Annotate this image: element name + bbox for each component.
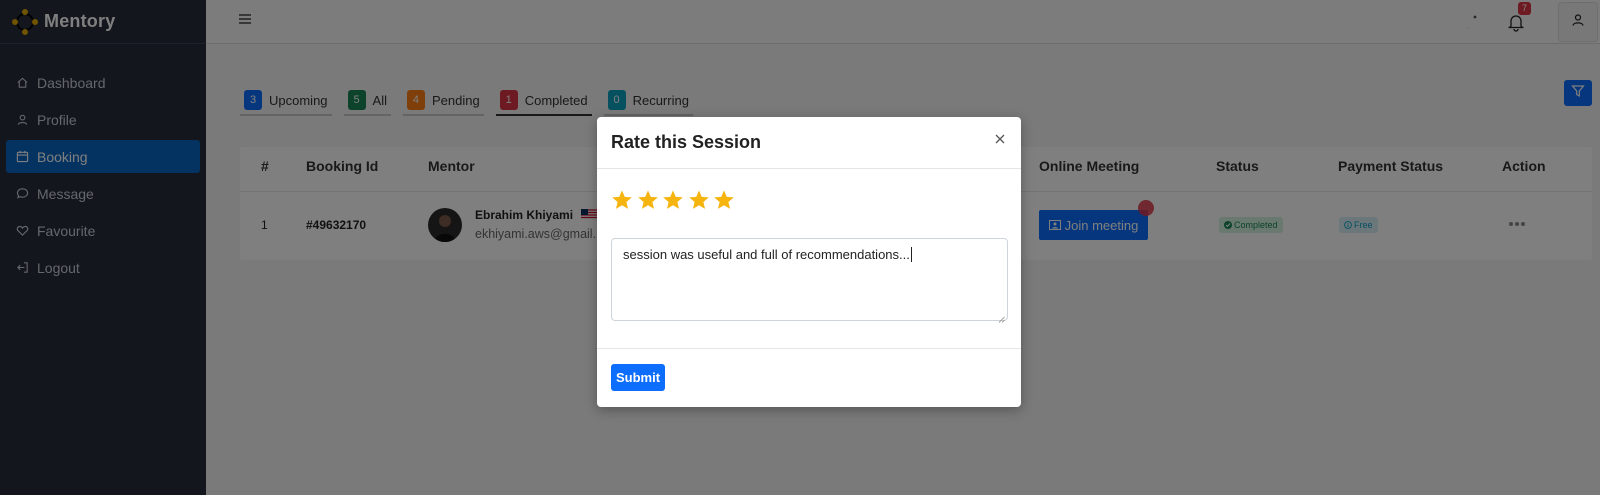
text-caret <box>910 247 912 262</box>
star-icon[interactable] <box>611 189 633 211</box>
resize-handle-icon[interactable] <box>998 311 1005 323</box>
review-textarea[interactable]: session was useful and full of recommend… <box>611 238 1008 323</box>
star-icon[interactable] <box>713 189 735 211</box>
star-icon[interactable] <box>662 189 684 211</box>
modal-footer: Submit <box>597 348 1021 407</box>
modal-title: Rate this Session <box>611 132 762 152</box>
star-icon[interactable] <box>637 189 659 211</box>
star-icon[interactable] <box>688 189 710 211</box>
submit-button[interactable]: Submit <box>611 364 665 391</box>
modal-header: Rate this Session <box>597 117 1021 169</box>
close-icon[interactable] <box>993 132 1007 146</box>
review-text: session was useful and full of recommend… <box>623 247 910 262</box>
star-rating <box>611 189 739 211</box>
rate-session-modal: Rate this Session session was useful and… <box>597 117 1021 407</box>
